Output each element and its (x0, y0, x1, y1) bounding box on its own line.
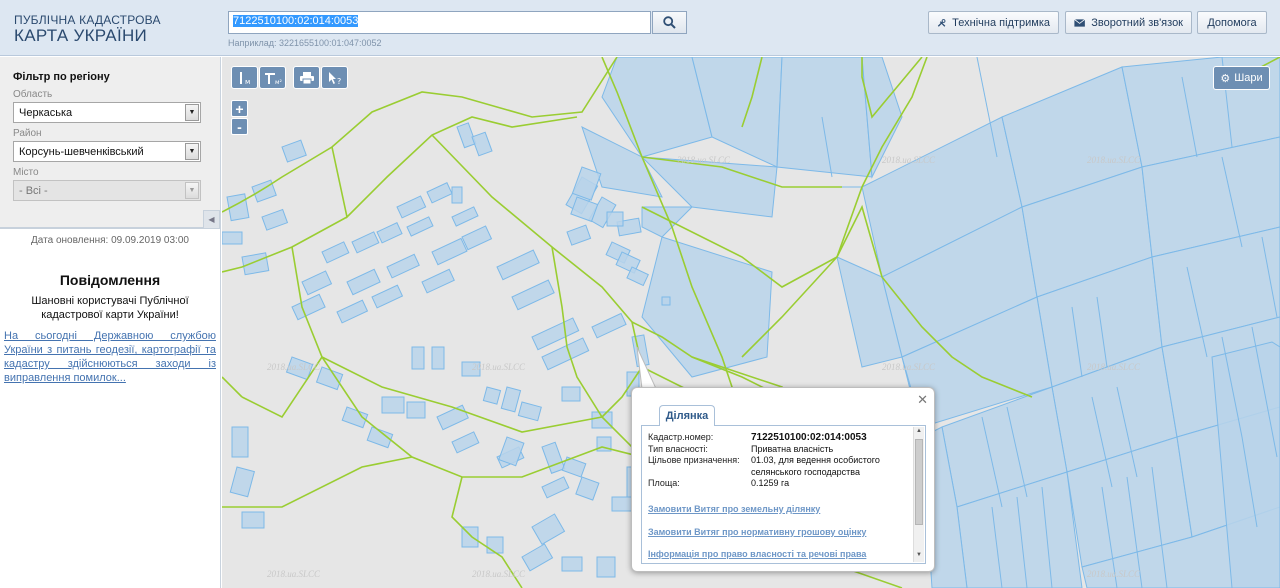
scroll-up-icon[interactable]: ▲ (915, 428, 923, 437)
district-select[interactable]: Корсунь-шевченківський ▼ (13, 141, 201, 162)
cadastral-number: 7122510100:02:014:0053 (751, 432, 867, 443)
ruler-area-icon: м² (264, 72, 283, 86)
info-row-purpose: Цільове призначення: 01.03, для ведення … (648, 455, 906, 478)
scroll-down-icon[interactable]: ▼ (915, 552, 923, 561)
watermark: 2018.ua.SLCC (1087, 569, 1141, 579)
chevron-left-icon: ◀ (208, 215, 215, 224)
region-select-value: Черкаська (19, 107, 73, 119)
ownership-type: Приватна власність (751, 443, 834, 454)
city-select-value: - Всі - (19, 185, 48, 197)
search-input[interactable]: 7122510100:02:014:0053 (228, 11, 651, 34)
info-row-cadastral: Кадастр.номер: 7122510100:02:014:0053 (648, 432, 906, 444)
district-label: Район (13, 128, 42, 139)
measure-length-button[interactable]: м (231, 66, 258, 89)
zoom-in-button[interactable]: + (231, 100, 248, 117)
svg-text:м²: м² (275, 79, 283, 86)
watermark: 2018.ua.SLCC (882, 155, 936, 165)
order-parcel-extract-link[interactable]: Замовити Витяг про земельну ділянку (648, 504, 906, 514)
info-row-ownership: Тип власності: Приватна власність (648, 444, 906, 456)
search-button[interactable] (652, 11, 687, 34)
parcel-area: 0.1259 га (751, 478, 790, 488)
close-icon[interactable]: ✕ (917, 392, 928, 408)
help-button-label: Допомога (1207, 16, 1257, 29)
collapse-sidebar-button[interactable]: ◀ (203, 210, 220, 229)
watermark: 2018.ua.SLCC (472, 569, 526, 579)
print-button[interactable] (293, 66, 320, 89)
measure-area-button[interactable]: м² (259, 66, 286, 89)
order-valuation-extract-link[interactable]: Замовити Витяг про нормативну грошову оц… (648, 527, 906, 537)
scrollbar-thumb[interactable] (915, 439, 923, 525)
notice-body: Шановні користувачі Публічної кадастрово… (31, 295, 189, 321)
info-row-area: Площа: 0.1259 га (648, 478, 906, 490)
info-label: Площа: (648, 478, 680, 488)
parcel-info-popup: ✕ Ділянка Кадастр.номер: 7122510100:02:0… (631, 387, 935, 572)
header: ПУБЛІЧНА КАДАСТРОВА КАРТА УКРАЇНИ 712251… (0, 0, 1280, 56)
ownership-rights-info-link[interactable]: Інформація про право власності та речові… (648, 549, 906, 559)
feedback-button[interactable]: Зворотний зв'язок (1065, 11, 1192, 34)
zoom-out-button[interactable]: - (231, 118, 248, 135)
watermark: 2018.ua.SLCC (267, 362, 321, 372)
city-select[interactable]: - Всі - ▼ (13, 180, 201, 201)
chevron-down-icon[interactable]: ▼ (185, 143, 199, 160)
parcel-info-content: Кадастр.номер: 7122510100:02:014:0053 Ти… (648, 432, 906, 559)
info-label: Тип власності: (648, 443, 708, 454)
ruler-vertical-icon: м (239, 71, 250, 86)
svg-text:м: м (245, 78, 250, 86)
region-filter-panel: Фільтр по регіону Область Черкаська ▼ Ра… (0, 57, 220, 229)
layers-button[interactable]: ⚙ Шари (1213, 66, 1270, 90)
pointer-question-icon: ? (328, 71, 341, 85)
info-label: Кадастр.номер: (648, 432, 714, 442)
search-icon (663, 16, 676, 29)
search-hint: Наприклад: 3221655100:01:047:0052 (228, 38, 382, 48)
sidebar: Фільтр по регіону Область Черкаська ▼ Ра… (0, 57, 221, 588)
notice-title: Повідомлення (59, 272, 161, 288)
search-input-value: 7122510100:02:014:0053 (233, 15, 359, 27)
layers-button-label: Шари (1234, 72, 1263, 84)
update-date: Дата оновлення: 09.09.2019 03:00 (31, 235, 189, 246)
chevron-down-icon: ▼ (185, 182, 199, 199)
printer-icon (299, 71, 314, 84)
watermark: 2018.ua.SLCC (882, 362, 936, 372)
svg-text:?: ? (337, 77, 341, 85)
tools-icon (937, 18, 946, 27)
logo-line1[interactable]: ПУБЛІЧНА КАДАСТРОВА (14, 13, 161, 27)
feedback-button-label: Зворотний зв'язок (1091, 16, 1183, 29)
watermark: 2018.ua.SLCC (1087, 155, 1141, 165)
watermark: 2018.ua.SLCC (677, 155, 731, 165)
support-button[interactable]: Технічна підтримка (928, 11, 1059, 34)
envelope-icon (1074, 18, 1086, 27)
parcel-info-panel: Кадастр.номер: 7122510100:02:014:0053 Ти… (641, 425, 926, 564)
watermark: 2018.ua.SLCC (472, 362, 526, 372)
watermark: 2018.ua.SLCC (267, 569, 321, 579)
watermark: 2018.ua.SLCC (1087, 362, 1141, 372)
chevron-down-icon[interactable]: ▼ (185, 104, 199, 121)
region-label: Область (13, 89, 53, 100)
gear-icon: ⚙ (1220, 72, 1231, 85)
identify-button[interactable]: ? (321, 66, 348, 89)
designated-purpose: 01.03, для ведення особистого селянськог… (751, 455, 880, 477)
district-select-value: Корсунь-шевченківський (19, 146, 144, 158)
notice-link[interactable]: На сьогодні Державною службою України з … (4, 329, 216, 385)
tab-parcel[interactable]: Ділянка (659, 405, 715, 426)
help-button[interactable]: Допомога (1197, 11, 1267, 34)
support-button-label: Технічна підтримка (952, 16, 1050, 29)
filter-title: Фільтр по регіону (13, 71, 110, 83)
region-select[interactable]: Черкаська ▼ (13, 102, 201, 123)
city-label: Місто (13, 167, 39, 178)
popup-scrollbar[interactable]: ▲ ▼ (913, 427, 924, 562)
logo-line2[interactable]: КАРТА УКРАЇНИ (14, 26, 147, 46)
